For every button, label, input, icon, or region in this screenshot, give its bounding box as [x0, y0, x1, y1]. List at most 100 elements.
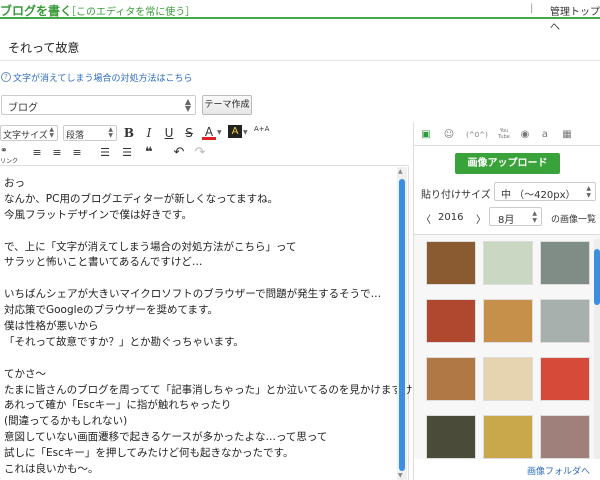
- bold-button[interactable]: B: [122, 126, 136, 140]
- image-upload-button[interactable]: 画像アップロード: [455, 153, 560, 174]
- scrollbar-thumb[interactable]: [399, 179, 405, 471]
- category-value: ブログ: [8, 103, 38, 114]
- align-left-icon[interactable]: ≡: [30, 146, 44, 159]
- editor-line[interactable]: で、上に「文字が消えてしまう場合の対処方法がこちら」って: [4, 239, 394, 255]
- image-thumbnail-drinks[interactable]: [483, 415, 533, 459]
- gallery-scrollbar[interactable]: [594, 239, 600, 459]
- editor-text[interactable]: おっ なんか、PC用のブログエディターが新しくなってますね。 今風フラットデザインで…: [4, 175, 433, 477]
- background-color-button[interactable]: A: [228, 125, 242, 138]
- prev-year-button[interactable]: 〈: [421, 211, 431, 226]
- editor-line[interactable]: たまに皆さんのブログを周ってて「記事消しちゃった」とか泣いてるのを見かけますけど…: [4, 382, 433, 398]
- header-separator: |: [530, 3, 534, 14]
- create-theme-button[interactable]: テーマ作成: [202, 95, 252, 115]
- editor-line[interactable]: 「それって故意ですか？」とか勘ぐっちゃいます。: [4, 334, 394, 350]
- link-label: リンク: [0, 158, 19, 165]
- image-folder-link[interactable]: 画像フォルダへ: [527, 464, 590, 477]
- editor-line[interactable]: おっ: [4, 175, 394, 191]
- underline-button[interactable]: U: [162, 126, 176, 140]
- always-use-editor-link[interactable]: ［このエディタを常に使う］: [66, 3, 195, 18]
- image-thumbnail-road[interactable]: [540, 241, 590, 285]
- image-thumbnail-flyer[interactable]: [483, 357, 533, 401]
- editor-line[interactable]: これは良いかも〜。: [4, 461, 394, 477]
- editor-body[interactable]: おっ なんか、PC用のブログエディターが新しくなってますね。 今風フラットデザインで…: [0, 167, 433, 480]
- page-title: ブログを書く: [0, 4, 73, 18]
- undo-icon[interactable]: ↶: [172, 145, 186, 160]
- scrollbar-thumb[interactable]: [594, 249, 600, 305]
- editor-line[interactable]: いちばんシェアが大きいマイクロソフトのブラウザーで問題が発生するそうで…: [4, 286, 394, 302]
- editor-line[interactable]: 対応策でGoogleのブラウザーを奨めてます。: [4, 302, 394, 318]
- bullet-list-icon[interactable]: ☰: [98, 146, 112, 159]
- kaomoji-icon[interactable]: (^0^): [464, 128, 490, 142]
- strikethrough-button[interactable]: S: [182, 126, 196, 140]
- select-arrows-icon: ▲ ▼: [49, 126, 54, 139]
- paste-size-select[interactable]: 中 （〜420px） ▲ ▼: [494, 182, 596, 201]
- select-arrows-icon: ▲ ▼: [184, 97, 191, 113]
- scroll-up-icon[interactable]: ▲: [398, 168, 403, 175]
- question-icon: ?: [1, 72, 11, 82]
- font-resize-button[interactable]: A+A: [254, 126, 269, 133]
- editor-line[interactable]: あれって確か「Escキー」に指が触れちゃったり: [4, 397, 394, 413]
- font-size-label: 文字サイズ: [3, 131, 48, 141]
- editor-line[interactable]: 僕は性格が悪いから: [4, 318, 394, 334]
- align-right-icon[interactable]: ≡: [70, 146, 84, 159]
- image-gallery: [414, 234, 600, 459]
- font-size-select[interactable]: 文字サイズ ▲ ▼: [0, 125, 58, 141]
- category-select[interactable]: ブログ ▲ ▼: [1, 95, 196, 115]
- month-value: 8月: [498, 215, 515, 226]
- editor-line[interactable]: サラッと怖いこと書いてあるんですけど…: [4, 254, 394, 270]
- editor-line[interactable]: (間違ってるかもしれない): [4, 413, 394, 429]
- amazon-icon[interactable]: a: [538, 128, 552, 142]
- editor-line[interactable]: 今風フラットデザインで僕は好きです。: [4, 207, 394, 223]
- link-icon[interactable]: ⚭: [0, 146, 8, 156]
- admin-top-link[interactable]: 管理トップへ: [550, 3, 600, 33]
- numbered-list-icon[interactable]: ☰: [120, 146, 134, 159]
- paste-size-label: 貼り付けサイズ: [421, 190, 491, 201]
- editor-line[interactable]: [4, 350, 394, 366]
- editor-line[interactable]: なんか、PC用のブログエディターが新しくなってますね。: [4, 191, 394, 207]
- image-thumbnail-grilled-fish[interactable]: [426, 241, 476, 285]
- month-select[interactable]: 8月 ▲ ▼: [489, 207, 542, 226]
- next-year-button[interactable]: 〉: [476, 211, 486, 226]
- image-thumbnail-map[interactable]: [483, 241, 533, 285]
- paste-size-value: 中 （〜420px）: [501, 190, 576, 201]
- select-arrows-icon: ▲ ▼: [532, 210, 537, 224]
- editor-line[interactable]: [4, 223, 394, 239]
- image-list-label: の画像一覧: [551, 215, 597, 225]
- image-thumbnail-watermelon[interactable]: [540, 357, 590, 401]
- post-title-value[interactable]: それって故意: [8, 39, 79, 56]
- select-arrows-icon: ▲ ▼: [108, 126, 113, 139]
- editor-line[interactable]: [4, 270, 394, 286]
- paragraph-label: 段落: [66, 131, 85, 141]
- quote-icon[interactable]: ❝: [142, 145, 156, 160]
- scroll-down-icon[interactable]: ▼: [398, 472, 403, 479]
- image-thumbnail-shop[interactable]: [540, 415, 590, 459]
- text-loss-help-link[interactable]: 文字が消えてしまう場合の対処方法はこちら: [13, 71, 193, 84]
- image-icon[interactable]: ▣: [419, 128, 433, 142]
- paragraph-select[interactable]: 段落 ▲ ▼: [63, 125, 117, 141]
- youtube-icon[interactable]: You Tube: [496, 128, 512, 142]
- redo-icon[interactable]: ↷: [193, 145, 207, 160]
- emoji-icon[interactable]: ☺: [442, 128, 456, 142]
- media-panel: ▣ ☺ (^0^) You Tube ◉ a ▦ 画像アップロード 貼り付けサイ…: [413, 122, 600, 480]
- italic-button[interactable]: I: [142, 126, 156, 140]
- image-thumbnail-food-tray[interactable]: [426, 299, 476, 343]
- post-title-field[interactable]: それって故意: [0, 31, 600, 61]
- editor-line[interactable]: 意図していない画面遷移で起きるケースが多かったよな…って思って: [4, 429, 394, 445]
- year-label: 2016: [438, 212, 464, 223]
- editor-line[interactable]: てかさ〜: [4, 366, 394, 382]
- align-center-icon[interactable]: ≡: [50, 146, 64, 159]
- editor-toolbar: 文字サイズ ▲ ▼ 段落 ▲ ▼ B I U S A ▼ A ▼ A+A ⚭ リンク…: [0, 122, 409, 166]
- image-thumbnail-fish-pieces[interactable]: [483, 299, 533, 343]
- chevron-down-icon: ▼: [217, 129, 222, 136]
- table-icon[interactable]: ▦: [560, 128, 574, 142]
- image-thumbnail-parking[interactable]: [540, 299, 590, 343]
- editor-line[interactable]: 試しに「Escキー」を押してみたけど何も起きなかったです。: [4, 445, 394, 461]
- image-thumbnail-roll-cakes[interactable]: [426, 357, 476, 401]
- header-bar: ブログを書く ［このエディタを常に使う］ | 管理トップへ: [0, 0, 600, 33]
- editor-scrollbar[interactable]: ▲ ▼: [397, 167, 407, 480]
- media-tabs: ▣ ☺ (^0^) You Tube ◉ a ▦: [414, 126, 600, 146]
- photo-icon[interactable]: ◉: [518, 128, 532, 142]
- image-thumbnail-yellow-plate[interactable]: [426, 415, 476, 459]
- text-color-button[interactable]: A: [202, 125, 216, 140]
- chevron-down-icon: ▼: [243, 129, 248, 136]
